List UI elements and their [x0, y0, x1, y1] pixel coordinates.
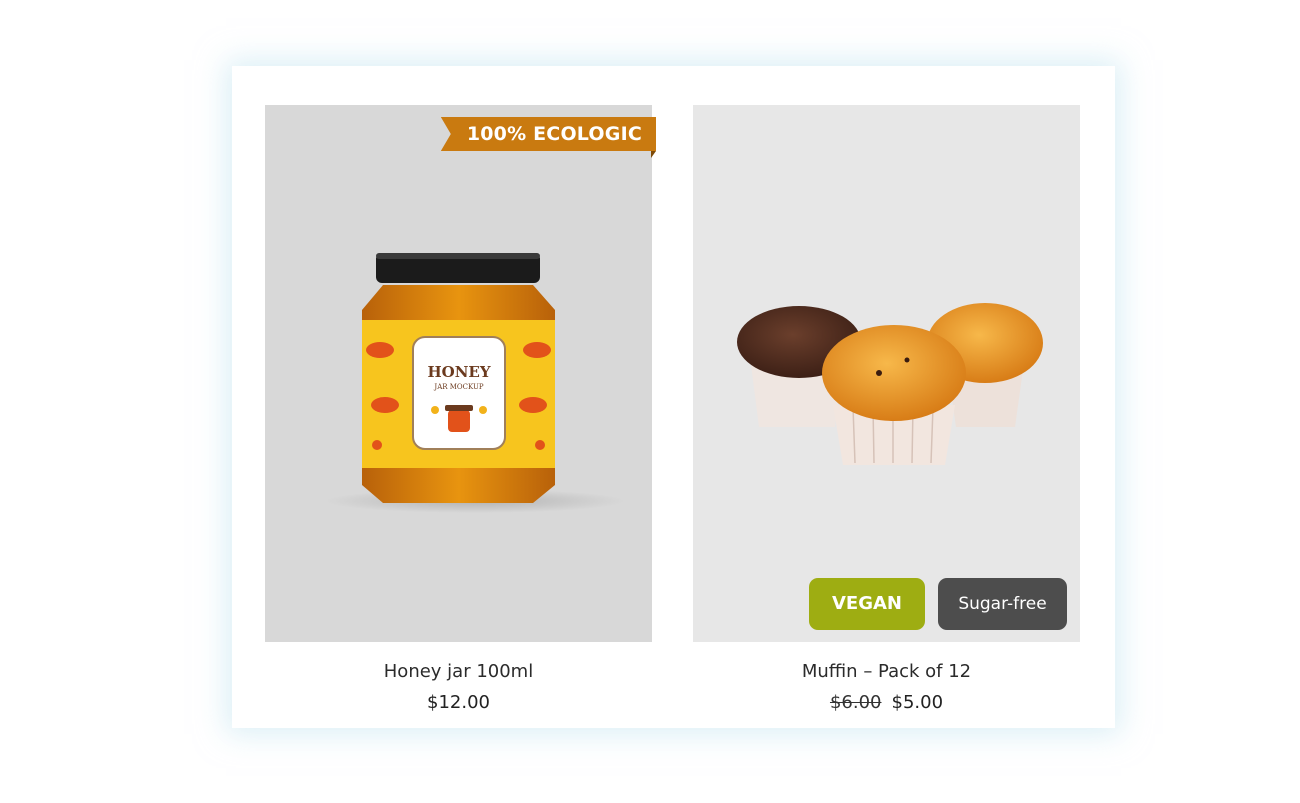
product-grid-card: HONEY JAR MOCKUP 100% ECOLOGIC Honey jar…: [232, 66, 1115, 728]
product-image-muffin[interactable]: VEGAN Sugar-free: [693, 105, 1080, 642]
product-card-honey: HONEY JAR MOCKUP 100% ECOLOGIC Honey jar…: [265, 105, 656, 713]
product-price: $12.00: [265, 692, 652, 713]
svg-text:HONEY: HONEY: [427, 363, 490, 381]
badge-ribbon-fold: [651, 151, 656, 158]
sale-price: $5.00: [891, 692, 944, 713]
svg-text:JAR MOCKUP: JAR MOCKUP: [433, 383, 483, 391]
product-card-muffin: VEGAN Sugar-free Muffin – Pack of 12 $6.…: [693, 105, 1080, 713]
badge-ecologic: 100% ECOLOGIC: [440, 117, 656, 151]
current-price: $12.00: [427, 692, 490, 713]
product-image-honey[interactable]: HONEY JAR MOCKUP 100% ECOLOGIC: [265, 105, 656, 642]
muffins-photo: [737, 303, 1043, 465]
tag-sugar-free[interactable]: Sugar-free: [938, 578, 1067, 630]
tag-vegan[interactable]: VEGAN: [809, 578, 925, 630]
product-title[interactable]: Honey jar 100ml: [265, 661, 652, 682]
honey-jar-photo: HONEY JAR MOCKUP: [325, 253, 625, 513]
old-price: $6.00: [829, 692, 882, 713]
product-title[interactable]: Muffin – Pack of 12: [693, 661, 1080, 682]
product-price: $6.00 $5.00: [693, 692, 1080, 713]
